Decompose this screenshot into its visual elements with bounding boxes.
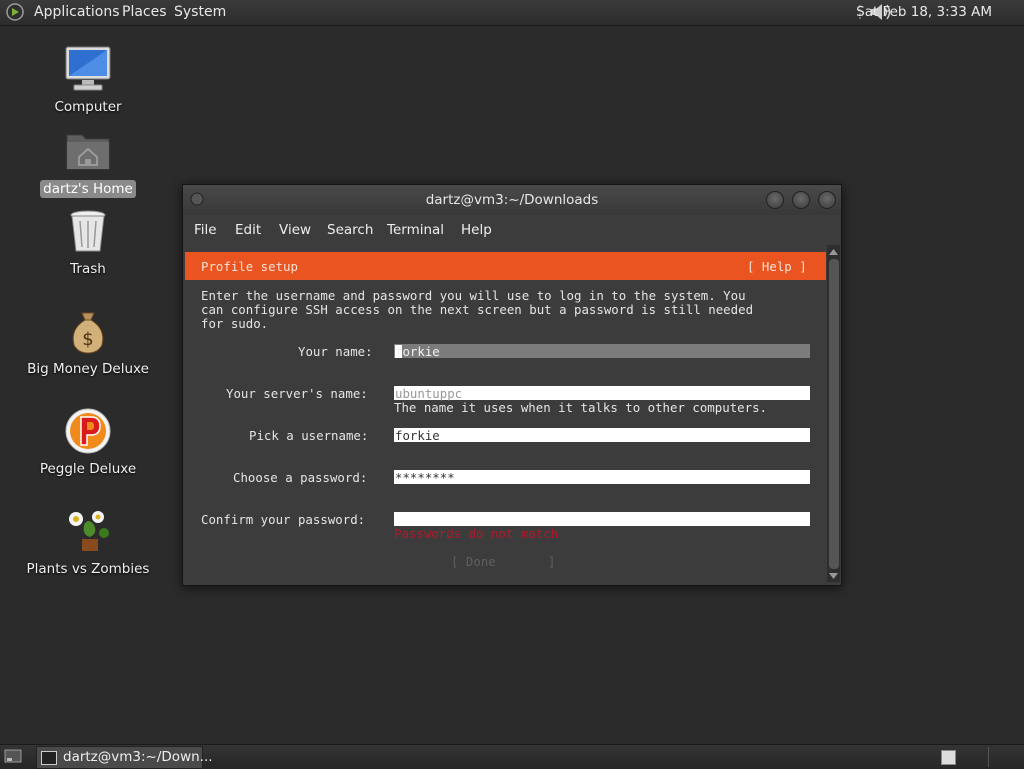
desktop-icon-home[interactable]: dartz's Home <box>18 127 158 198</box>
server-name-hint: The name it uses when it talks to other … <box>394 400 767 415</box>
desktop-icon-label: Computer <box>54 99 122 115</box>
app-menu-icon[interactable] <box>6 3 24 21</box>
desktop-icon-label: Big Money Deluxe <box>27 361 149 377</box>
close-button[interactable] <box>818 191 836 209</box>
bottom-panel: dartz@vm3:~/Down... <box>0 744 1024 769</box>
menu-search[interactable]: Search <box>327 222 373 238</box>
menu-help[interactable]: Help <box>461 222 492 238</box>
money-bag-icon: $ <box>72 312 104 354</box>
your-name-label: Your name: <box>298 344 373 359</box>
home-folder-icon <box>66 134 110 170</box>
scroll-up-icon[interactable] <box>828 247 839 256</box>
username-value: forkie <box>395 428 440 443</box>
maximize-button[interactable] <box>792 191 810 209</box>
panel-separator <box>988 747 989 767</box>
computer-icon <box>65 46 111 91</box>
installer-help-button[interactable]: [ Help ] <box>747 259 807 274</box>
svg-text:$: $ <box>82 329 93 350</box>
menu-terminal[interactable]: Terminal <box>387 222 444 238</box>
server-name-label: Your server's name: <box>226 386 368 401</box>
username-field[interactable]: forkie <box>394 428 810 443</box>
your-name-field[interactable]: forkie <box>394 344 810 359</box>
top-panel: Applications Places System Sat Feb 18, 3… <box>0 0 1024 26</box>
window-title: dartz@vm3:~/Downloads <box>425 192 599 208</box>
scrollbar-thumb[interactable] <box>829 259 839 569</box>
taskbar-terminal-button[interactable]: dartz@vm3:~/Down... <box>36 746 213 769</box>
scroll-down-icon[interactable] <box>828 572 839 581</box>
window-titlebar[interactable]: dartz@vm3:~/Downloads <box>183 185 841 215</box>
peggle-icon <box>65 408 111 454</box>
intro-text-line: can configure SSH access on the next scr… <box>201 302 754 317</box>
your-name-value: forkie <box>395 344 440 359</box>
desktop-icon-label: Plants vs Zombies <box>26 561 150 577</box>
installer-header-title: Profile setup <box>201 259 298 274</box>
terminal-icon <box>41 751 57 765</box>
menu-view[interactable]: View <box>279 222 311 238</box>
intro-text-line: for sudo. <box>201 316 269 331</box>
desktop-icon-peggle[interactable]: Peggle Deluxe <box>18 407 158 478</box>
minimize-button[interactable] <box>766 191 784 209</box>
desktop-icon-big-money[interactable]: $ Big Money Deluxe <box>18 307 158 378</box>
applications-menu[interactable]: Applications <box>34 4 120 20</box>
password-error: Passwords do not match <box>394 526 559 541</box>
desktop-icon-label: dartz's Home <box>40 180 136 198</box>
system-menu[interactable]: System <box>174 4 226 20</box>
show-desktop-icon[interactable] <box>4 748 22 764</box>
password-label: Choose a password: <box>233 470 368 485</box>
installer-header-bar: Profile setup [ Help ] <box>185 252 826 280</box>
desktop-icon-label: Trash <box>70 261 106 277</box>
clock[interactable]: Sat Feb 18, 3:33 AM <box>856 4 992 20</box>
done-button[interactable]: [ Done ] <box>451 554 555 569</box>
desktop-icon-computer[interactable]: Computer <box>18 45 158 116</box>
username-label: Pick a username: <box>249 428 369 443</box>
confirm-password-field[interactable] <box>394 512 810 526</box>
menu-edit[interactable]: Edit <box>235 222 261 238</box>
window-menubar: File Edit View Search Terminal Help <box>183 215 841 243</box>
password-value: ******** <box>395 470 455 485</box>
terminal-window[interactable]: dartz@vm3:~/Downloads File Edit View Sea… <box>182 184 842 586</box>
desktop-icon-pvz[interactable]: Plants vs Zombies <box>18 507 158 578</box>
password-field[interactable]: ******** <box>394 470 810 485</box>
server-name-field[interactable]: ubuntuppc <box>394 386 810 401</box>
taskbar-button-label: dartz@vm3:~/Down... <box>63 749 213 765</box>
desktop-icon-label: Peggle Deluxe <box>39 461 137 477</box>
desktop-icon-trash[interactable]: Trash <box>18 207 158 278</box>
menu-file[interactable]: File <box>194 222 217 238</box>
terminal-content[interactable]: Profile setup [ Help ] Enter the usernam… <box>185 245 826 582</box>
server-name-placeholder: ubuntuppc <box>395 386 463 401</box>
places-menu[interactable]: Places <box>122 4 167 20</box>
intro-text-line: Enter the username and password you will… <box>201 288 746 303</box>
plants-icon <box>69 511 109 551</box>
workspace-1[interactable] <box>941 750 956 765</box>
trash-icon <box>70 210 106 252</box>
confirm-password-label: Confirm your password: <box>201 512 366 527</box>
